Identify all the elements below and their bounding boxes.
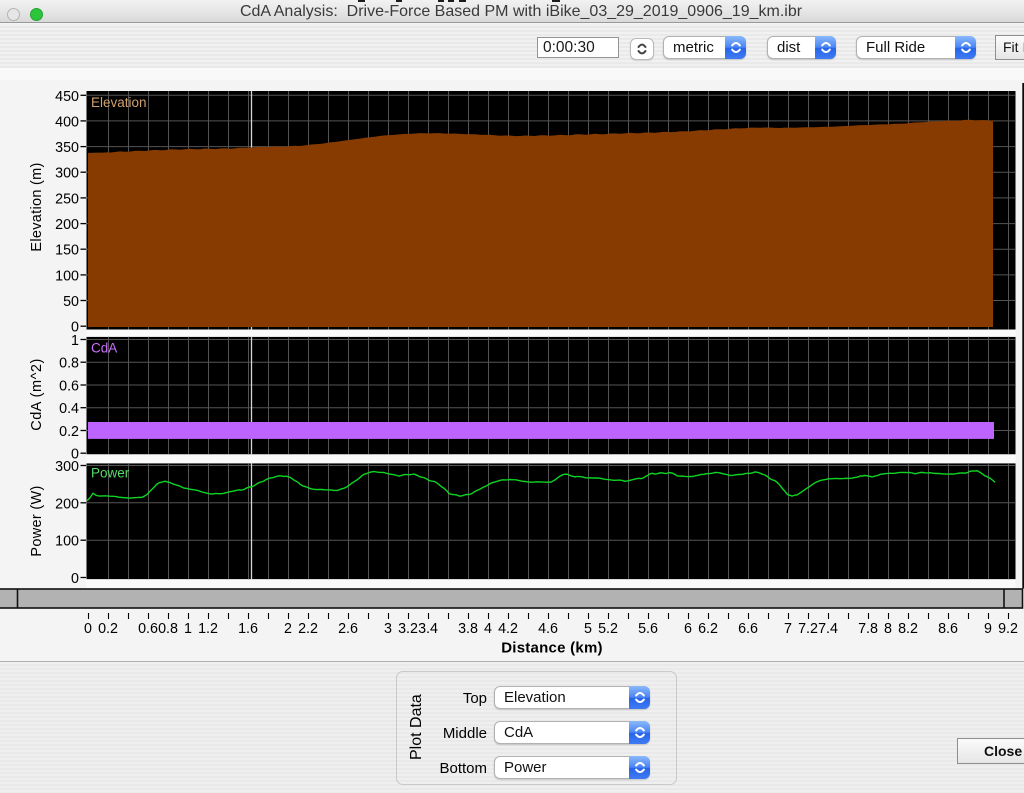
svg-text:4: 4	[484, 621, 492, 637]
svg-text:8: 8	[884, 621, 892, 637]
svg-text:400: 400	[55, 114, 79, 130]
svg-text:100: 100	[55, 268, 79, 284]
svg-text:350: 350	[55, 140, 79, 156]
svg-text:0.6: 0.6	[59, 379, 79, 395]
svg-text:1: 1	[71, 333, 79, 349]
svg-text:9.2: 9.2	[998, 621, 1018, 637]
svg-text:CdA: CdA	[91, 341, 117, 356]
svg-text:6.2: 6.2	[698, 621, 718, 637]
svg-text:200: 200	[55, 217, 79, 233]
svg-text:0.8: 0.8	[59, 356, 79, 372]
svg-text:50: 50	[63, 294, 79, 310]
svg-text:9: 9	[984, 621, 992, 637]
svg-text:200: 200	[55, 496, 79, 512]
svg-text:0: 0	[71, 571, 79, 587]
svg-text:3.8: 3.8	[458, 621, 478, 637]
svg-text:1: 1	[184, 621, 192, 637]
svg-text:5.6: 5.6	[638, 621, 658, 637]
svg-text:0.2: 0.2	[59, 424, 79, 440]
svg-text:4.6: 4.6	[538, 621, 558, 637]
svg-text:450: 450	[55, 89, 79, 105]
svg-text:Power (W): Power (W)	[29, 485, 45, 556]
svg-text:7.4: 7.4	[818, 621, 838, 637]
svg-text:5.2: 5.2	[598, 621, 618, 637]
svg-text:7: 7	[784, 621, 792, 637]
svg-text:6: 6	[684, 621, 692, 637]
svg-text:150: 150	[55, 243, 79, 259]
svg-text:1.6: 1.6	[238, 621, 258, 637]
svg-text:0.4: 0.4	[59, 401, 79, 417]
svg-text:3: 3	[384, 621, 392, 637]
svg-text:0: 0	[84, 621, 92, 637]
svg-text:Elevation (m): Elevation (m)	[29, 162, 45, 251]
svg-text:2: 2	[284, 621, 292, 637]
svg-text:0.6: 0.6	[138, 621, 158, 637]
svg-text:CdA (m^2): CdA (m^2)	[29, 358, 45, 431]
svg-text:300: 300	[55, 459, 79, 475]
svg-text:8.2: 8.2	[898, 621, 918, 637]
svg-text:1.2: 1.2	[198, 621, 218, 637]
svg-text:0.2: 0.2	[98, 621, 118, 637]
svg-text:3.2: 3.2	[398, 621, 418, 637]
svg-text:2.6: 2.6	[338, 621, 358, 637]
svg-text:250: 250	[55, 191, 79, 207]
svg-text:0.8: 0.8	[158, 621, 178, 637]
svg-text:300: 300	[55, 166, 79, 182]
svg-text:7.2: 7.2	[798, 621, 818, 637]
svg-text:5: 5	[584, 621, 592, 637]
svg-text:Elevation: Elevation	[91, 95, 147, 110]
svg-text:3.4: 3.4	[418, 621, 438, 637]
svg-text:2.2: 2.2	[298, 621, 318, 637]
svg-text:Distance (km): Distance (km)	[501, 640, 603, 657]
svg-text:8.6: 8.6	[938, 621, 958, 637]
svg-text:100: 100	[55, 534, 79, 550]
svg-text:4.2: 4.2	[498, 621, 518, 637]
svg-text:6.6: 6.6	[738, 621, 758, 637]
svg-text:7.8: 7.8	[858, 621, 878, 637]
svg-text:Power: Power	[91, 466, 130, 481]
